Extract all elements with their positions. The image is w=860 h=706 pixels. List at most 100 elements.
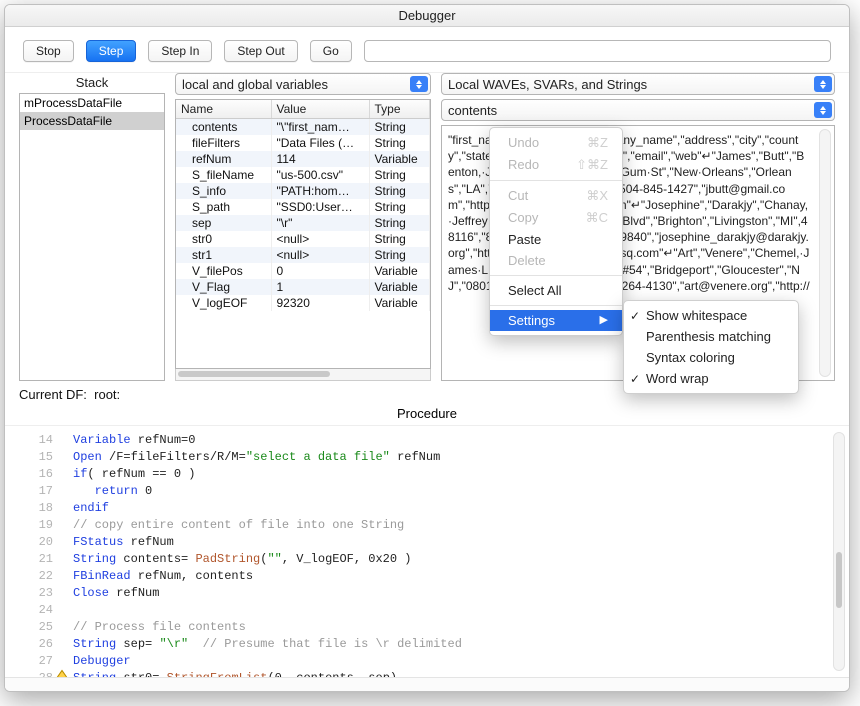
- cell-type: Variable: [369, 295, 430, 311]
- procedure-title: Procedure: [5, 404, 849, 426]
- check-icon: ✓: [630, 309, 640, 323]
- code-line: String contents= PadString("", V_logEOF,…: [73, 551, 849, 568]
- vars-table-container[interactable]: Name Value Type contents"\"first_nam…Str…: [175, 99, 431, 369]
- table-row[interactable]: refNum114Variable: [176, 151, 430, 167]
- window-title: Debugger: [5, 5, 849, 27]
- menu-item-select-all[interactable]: Select All: [490, 280, 622, 301]
- cell-value: 92320: [271, 295, 369, 311]
- submenu-item-parenthesis-matching[interactable]: Parenthesis matching: [624, 326, 798, 347]
- menu-item-delete: Delete: [490, 250, 622, 271]
- table-row[interactable]: sep"\r"String: [176, 215, 430, 231]
- cell-name: V_logEOF: [176, 295, 271, 311]
- cell-value: "us-500.csv": [271, 167, 369, 183]
- table-row[interactable]: S_path"SSD0:User…String: [176, 199, 430, 215]
- stack-item[interactable]: ProcessDataFile: [20, 112, 164, 130]
- cell-name: V_Flag: [176, 279, 271, 295]
- code-line: String sep= "\r" // Presume that file is…: [73, 636, 849, 653]
- line-number: 26: [5, 636, 63, 653]
- code-line: Close refNum: [73, 585, 849, 602]
- toolbar: Stop Step Step In Step Out Go: [5, 27, 849, 73]
- line-number: 25: [5, 619, 63, 636]
- stop-button[interactable]: Stop: [23, 40, 74, 62]
- code-body[interactable]: Variable refNum=0Open /F=fileFilters/R/M…: [69, 426, 849, 691]
- code-line: // Process file contents: [73, 619, 849, 636]
- col-type[interactable]: Type: [369, 100, 430, 119]
- code-vscroll[interactable]: [833, 432, 845, 671]
- go-input[interactable]: [364, 40, 831, 62]
- wave-select[interactable]: Local WAVEs, SVARs, and Strings: [441, 73, 835, 95]
- menu-item-undo: Undo⌘Z: [490, 132, 622, 154]
- cell-value: 0: [271, 263, 369, 279]
- menu-item-settings[interactable]: Settings▶: [490, 310, 622, 331]
- step-button[interactable]: Step: [86, 40, 137, 62]
- menu-item-paste[interactable]: Paste: [490, 229, 622, 250]
- variable-select[interactable]: contents: [441, 99, 835, 121]
- table-row[interactable]: S_info"PATH:hom…String: [176, 183, 430, 199]
- menu-item-copy: Copy⌘C: [490, 207, 622, 229]
- step-in-button[interactable]: Step In: [148, 40, 212, 62]
- check-icon: ✓: [630, 372, 640, 386]
- line-number: 24: [5, 602, 63, 619]
- table-row[interactable]: fileFilters"Data Files (…String: [176, 135, 430, 151]
- submenu-item-syntax-coloring[interactable]: Syntax coloring: [624, 347, 798, 368]
- submenu-item-word-wrap[interactable]: ✓Word wrap: [624, 368, 798, 389]
- line-number: 17: [5, 483, 63, 500]
- cell-value: <null>: [271, 231, 369, 247]
- stack-list[interactable]: mProcessDataFileProcessDataFile: [19, 93, 165, 381]
- cell-value: "PATH:hom…: [271, 183, 369, 199]
- code-line: Variable refNum=0: [73, 432, 849, 449]
- table-row[interactable]: str0<null>String: [176, 231, 430, 247]
- cell-type: String: [369, 231, 430, 247]
- wave-select-label: Local WAVEs, SVARs, and Strings: [448, 77, 647, 92]
- vars-hscroll[interactable]: [175, 369, 431, 381]
- submenu-item-show-whitespace[interactable]: ✓Show whitespace: [624, 305, 798, 326]
- settings-submenu[interactable]: ✓Show whitespaceParenthesis matchingSynt…: [623, 300, 799, 394]
- line-number: 18: [5, 500, 63, 517]
- code-line: endif: [73, 500, 849, 517]
- dropdown-arrows-icon: [814, 102, 832, 118]
- cell-name: sep: [176, 215, 271, 231]
- context-menu[interactable]: Undo⌘ZRedo⇧⌘ZCut⌘XCopy⌘CPasteDeleteSelec…: [489, 127, 623, 336]
- line-gutter: 141516171819202122232425262728: [5, 426, 69, 691]
- line-number: 21: [5, 551, 63, 568]
- code-line: // copy entire content of file into one …: [73, 517, 849, 534]
- cell-type: String: [369, 247, 430, 263]
- menu-item-cut: Cut⌘X: [490, 185, 622, 207]
- cell-value: "SSD0:User…: [271, 199, 369, 215]
- cell-name: contents: [176, 119, 271, 136]
- table-row[interactable]: V_filePos0Variable: [176, 263, 430, 279]
- cell-type: String: [369, 215, 430, 231]
- code-line: if( refNum == 0 ): [73, 466, 849, 483]
- cell-type: Variable: [369, 151, 430, 167]
- content-vscroll[interactable]: [819, 129, 831, 377]
- cell-value: 1: [271, 279, 369, 295]
- code-area[interactable]: 141516171819202122232425262728 Variable …: [5, 426, 849, 691]
- cell-value: "Data Files (…: [271, 135, 369, 151]
- cell-type: String: [369, 135, 430, 151]
- line-number: 14: [5, 432, 63, 449]
- code-hscroll[interactable]: [5, 677, 849, 691]
- code-line: Open /F=fileFilters/R/M="select a data f…: [73, 449, 849, 466]
- col-value[interactable]: Value: [271, 100, 369, 119]
- cell-value: <null>: [271, 247, 369, 263]
- table-row[interactable]: str1<null>String: [176, 247, 430, 263]
- cell-name: fileFilters: [176, 135, 271, 151]
- stack-item[interactable]: mProcessDataFile: [20, 94, 164, 112]
- step-out-button[interactable]: Step Out: [224, 40, 297, 62]
- col-name[interactable]: Name: [176, 100, 271, 119]
- line-number: 23: [5, 585, 63, 602]
- cell-name: S_info: [176, 183, 271, 199]
- table-row[interactable]: V_Flag1Variable: [176, 279, 430, 295]
- line-number: 16: [5, 466, 63, 483]
- go-button[interactable]: Go: [310, 40, 352, 62]
- code-line: FBinRead refNum, contents: [73, 568, 849, 585]
- cell-name: str0: [176, 231, 271, 247]
- vars-table: Name Value Type contents"\"first_nam…Str…: [176, 100, 430, 311]
- table-row[interactable]: contents"\"first_nam…String: [176, 119, 430, 136]
- table-row[interactable]: S_fileName"us-500.csv"String: [176, 167, 430, 183]
- vars-scope-select[interactable]: local and global variables: [175, 73, 431, 95]
- cell-name: S_path: [176, 199, 271, 215]
- cell-type: String: [369, 199, 430, 215]
- dropdown-arrows-icon: [814, 76, 832, 92]
- table-row[interactable]: V_logEOF92320Variable: [176, 295, 430, 311]
